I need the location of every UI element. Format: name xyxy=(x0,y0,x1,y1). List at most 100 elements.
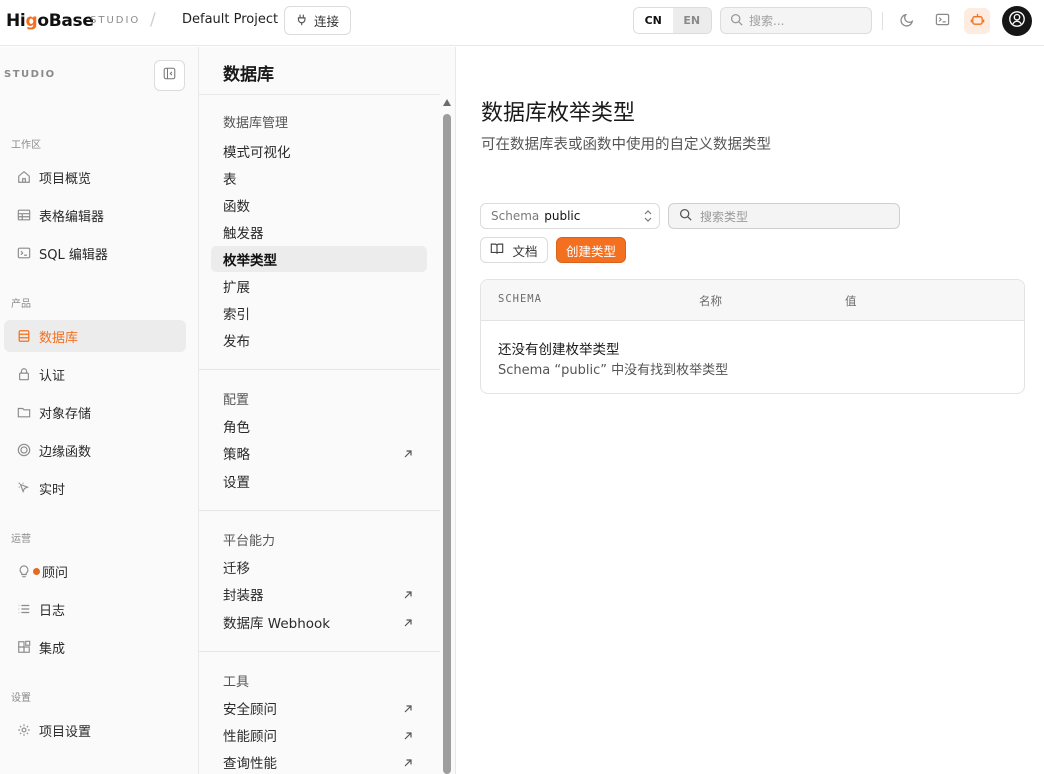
sidebar-item-advisors[interactable]: 顾问 xyxy=(4,555,186,587)
global-search-input[interactable]: 搜索... xyxy=(720,7,872,34)
app-logo[interactable]: HigoBase xyxy=(6,11,94,31)
menu-item-label: 策略 xyxy=(223,447,250,463)
page-subtitle: 可在数据库表或函数中使用的自定义数据类型 xyxy=(481,137,771,153)
user-icon xyxy=(1008,10,1026,32)
theme-toggle-button[interactable] xyxy=(894,8,920,34)
section-label-workspace: 工作区 xyxy=(11,140,41,151)
sidebar-item-project-overview[interactable]: 项目概览 xyxy=(4,161,186,193)
menu-group-tools: 工具 xyxy=(223,675,250,690)
menu-item-security-advisor[interactable]: 安全顾问 xyxy=(211,695,427,721)
sidebar-item-label: 日志 xyxy=(39,603,66,619)
lang-en-button[interactable]: EN xyxy=(672,8,711,33)
sidebar-item-storage[interactable]: 对象存储 xyxy=(4,396,186,428)
column-header-name: 名称 xyxy=(699,294,722,308)
robot-icon xyxy=(970,12,985,31)
lang-cn-button[interactable]: CN xyxy=(634,8,673,33)
menu-divider xyxy=(199,651,440,652)
external-link-icon xyxy=(403,588,413,604)
docs-button[interactable]: 文档 xyxy=(480,237,548,263)
cursor-icon xyxy=(17,481,31,495)
book-icon xyxy=(490,242,504,258)
database-menu-title: 数据库 xyxy=(199,47,440,95)
sidebar-item-database[interactable]: 数据库 xyxy=(4,320,186,352)
schema-select[interactable]: Schema public xyxy=(480,203,660,229)
menu-item-roles[interactable]: 角色 xyxy=(211,413,427,439)
sidebar-item-project-settings[interactable]: 项目设置 xyxy=(4,714,186,746)
sidebar-item-label: 项目概览 xyxy=(39,171,92,187)
schema-select-value: public xyxy=(544,209,581,223)
table-header: SCHEMA 名称 值 xyxy=(481,280,1024,321)
scrollbar-thumb[interactable] xyxy=(443,114,451,774)
sidebar-item-label: 实时 xyxy=(39,482,66,498)
menu-group-management: 数据库管理 xyxy=(223,116,289,131)
menu-item-settings[interactable]: 设置 xyxy=(211,468,427,494)
terminal-icon xyxy=(17,246,31,260)
menu-item-schema-visualizer[interactable]: 模式可视化 xyxy=(211,138,427,164)
scroll-up-arrow-icon[interactable] xyxy=(443,99,451,106)
menu-group-config: 配置 xyxy=(223,393,250,408)
menu-item-indexes[interactable]: 索引 xyxy=(211,300,427,326)
menu-item-migrations[interactable]: 迁移 xyxy=(211,554,427,580)
top-bar: HigoBase STUDIO / Default Project 连接 CN … xyxy=(0,0,1044,46)
search-types-input[interactable]: 搜索类型 xyxy=(668,203,900,229)
create-type-button[interactable]: 创建类型 xyxy=(556,237,626,263)
terminal-icon xyxy=(935,12,950,31)
database-icon xyxy=(17,329,31,343)
sidebar-item-integrations[interactable]: 集成 xyxy=(4,631,186,663)
column-header-value: 值 xyxy=(845,294,857,308)
external-link-icon xyxy=(403,756,413,772)
sidebar-item-table-editor[interactable]: 表格编辑器 xyxy=(4,199,186,231)
menu-item-label: 封装器 xyxy=(223,588,264,604)
menu-group-platform: 平台能力 xyxy=(223,534,276,549)
sidebar-item-sql-editor[interactable]: SQL 编辑器 xyxy=(4,237,186,269)
menu-item-policies[interactable]: 策略 xyxy=(211,440,427,466)
menu-item-wrappers[interactable]: 封装器 xyxy=(211,581,427,607)
project-selector[interactable]: Default Project xyxy=(182,12,278,27)
menu-item-webhooks[interactable]: 数据库 Webhook xyxy=(211,609,427,635)
external-link-icon xyxy=(403,616,413,632)
docs-label: 文档 xyxy=(512,243,538,259)
menu-item-label: 安全顾问 xyxy=(223,702,277,718)
connect-label: 连接 xyxy=(313,14,339,29)
menu-item-extensions[interactable]: 扩展 xyxy=(211,273,427,299)
table-icon xyxy=(17,208,31,222)
sidebar-item-edge-functions[interactable]: 边缘函数 xyxy=(4,434,186,466)
notification-dot xyxy=(33,567,40,575)
menu-item-publications[interactable]: 发布 xyxy=(211,327,427,353)
enum-types-table: SCHEMA 名称 值 还没有创建枚举类型 Schema “public” 中没… xyxy=(480,279,1025,394)
menu-item-triggers[interactable]: 触发器 xyxy=(211,219,427,245)
menu-scrollbar[interactable] xyxy=(442,99,452,774)
connect-button[interactable]: 连接 xyxy=(284,6,351,35)
terminal-button[interactable] xyxy=(929,8,955,34)
menu-item-performance-advisor[interactable]: 性能顾问 xyxy=(211,722,427,748)
chevron-up-down-icon xyxy=(643,209,653,226)
menu-item-tables[interactable]: 表 xyxy=(211,165,427,191)
plug-icon xyxy=(296,13,309,29)
sidebar-item-label: 表格编辑器 xyxy=(39,209,105,225)
sidebar-item-realtime[interactable]: 实时 xyxy=(4,472,186,504)
moon-icon xyxy=(899,12,915,31)
collapse-sidebar-button[interactable] xyxy=(154,60,185,91)
empty-state-title: 还没有创建枚举类型 xyxy=(498,342,620,358)
assistant-button[interactable] xyxy=(964,8,990,34)
list-icon xyxy=(17,602,31,616)
search-icon xyxy=(730,13,743,29)
user-avatar[interactable] xyxy=(1002,6,1032,36)
menu-item-enum-types[interactable]: 枚举类型 xyxy=(211,246,427,272)
sidebar-item-label: 项目设置 xyxy=(39,724,92,740)
external-link-icon xyxy=(403,447,413,463)
studio-tag: STUDIO xyxy=(90,15,141,26)
sidebar-item-logs[interactable]: 日志 xyxy=(4,593,186,625)
page-title: 数据库枚举类型 xyxy=(481,101,636,126)
menu-item-functions[interactable]: 函数 xyxy=(211,192,427,218)
sidebar-item-label: 顾问 xyxy=(42,565,69,581)
external-link-icon xyxy=(403,702,413,718)
menu-item-label: 查询性能 xyxy=(223,756,277,772)
main-content: 数据库枚举类型 可在数据库表或函数中使用的自定义数据类型 Schema publ… xyxy=(457,47,1044,774)
schema-select-label: Schema xyxy=(491,209,540,223)
sidebar-item-auth[interactable]: 认证 xyxy=(4,358,186,390)
menu-item-query-performance[interactable]: 查询性能 xyxy=(211,749,427,774)
section-label-operations: 运营 xyxy=(11,534,31,545)
sidebar-item-label: 认证 xyxy=(39,368,66,384)
menu-divider xyxy=(199,510,440,511)
